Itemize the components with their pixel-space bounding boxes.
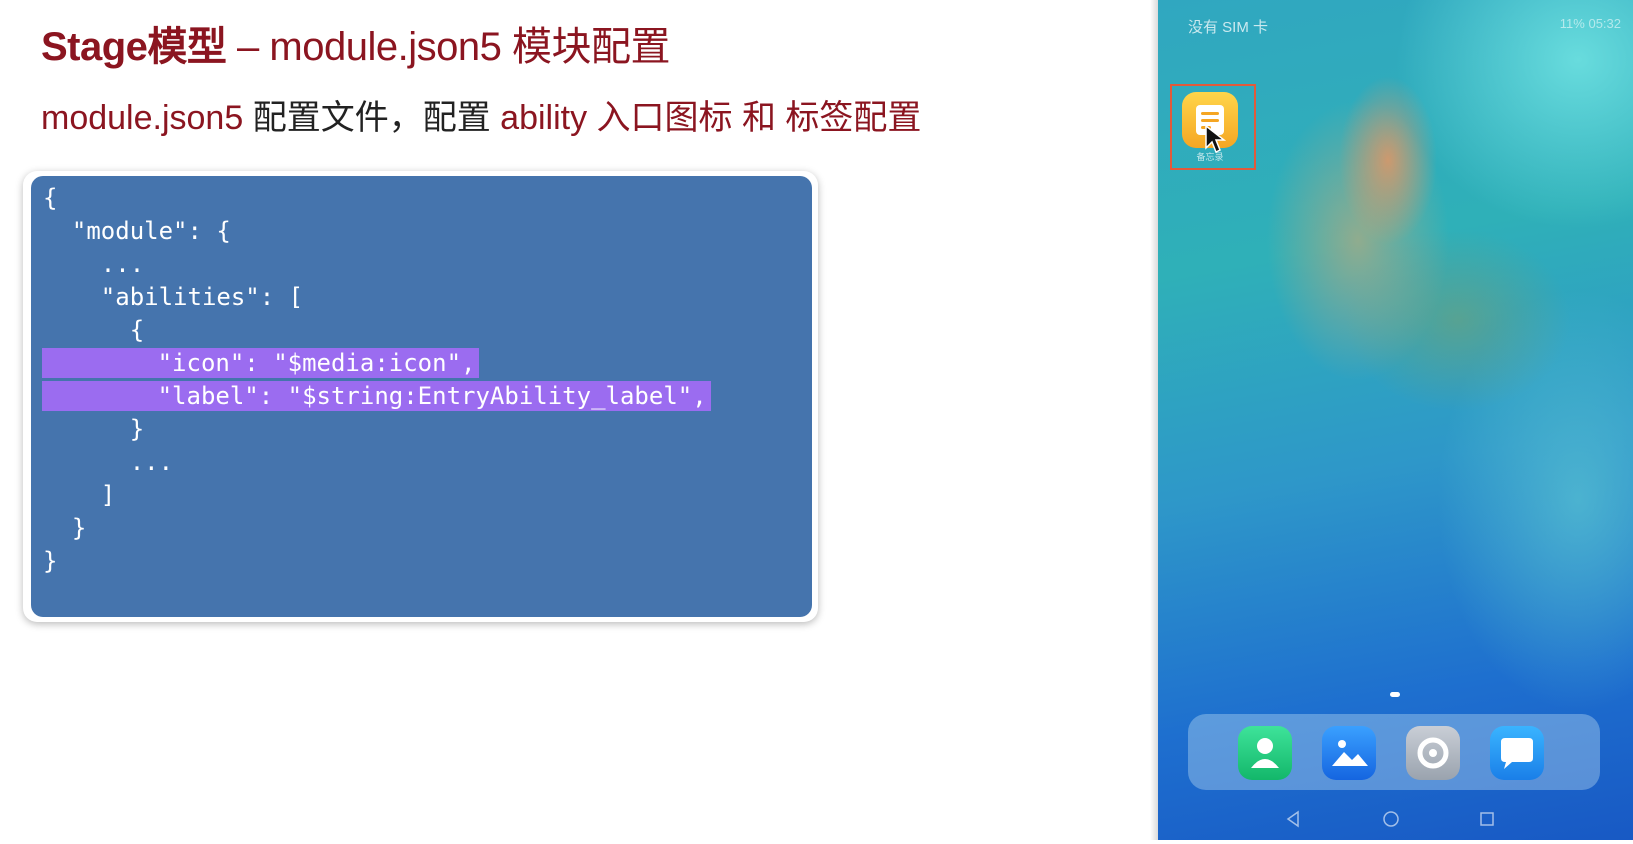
code-line: ... bbox=[43, 448, 174, 476]
code-line: "module": { bbox=[43, 217, 231, 245]
code-line: { bbox=[43, 184, 58, 212]
code-panel: { "module": { ... "abilities": [ { "icon… bbox=[31, 176, 812, 617]
status-battery-time: 11% 05:32 bbox=[1559, 16, 1621, 31]
settings-icon[interactable] bbox=[1406, 726, 1460, 780]
code-line: ] bbox=[43, 481, 116, 509]
code-line: } bbox=[43, 547, 58, 575]
code-line: ... bbox=[43, 250, 145, 278]
subtitle-part1: module.json5 bbox=[41, 99, 244, 137]
code-line: { bbox=[43, 316, 145, 344]
slide-title-rest: – module.json5 模块配置 bbox=[226, 25, 670, 69]
page-indicator bbox=[1390, 692, 1400, 697]
code-line: "abilities": [ bbox=[43, 283, 304, 311]
code-line-highlighted: "label": "$string:EntryAbility_label", bbox=[42, 381, 711, 411]
mouse-cursor-icon bbox=[1204, 124, 1227, 159]
back-icon[interactable] bbox=[1282, 808, 1304, 830]
contacts-icon[interactable] bbox=[1238, 726, 1292, 780]
subtitle-part2: 配置文件，配置 bbox=[243, 99, 501, 137]
recents-icon[interactable] bbox=[1476, 808, 1498, 830]
code-line: } bbox=[43, 514, 87, 542]
subtitle-part3: ability 入口图标 和 标签配置 bbox=[500, 99, 922, 137]
gallery-icon[interactable] bbox=[1322, 726, 1376, 780]
code-line-highlighted: "icon": "$media:icon", bbox=[42, 348, 480, 378]
slide-title-bold: Stage模型 bbox=[41, 25, 227, 69]
status-carrier: 没有 SIM 卡 bbox=[1188, 19, 1269, 36]
code-line: } bbox=[43, 415, 145, 443]
home-icon[interactable] bbox=[1380, 808, 1402, 830]
slide-title: Stage模型 – module.json5 模块配置 bbox=[41, 14, 670, 72]
code-card: { "module": { ... "abilities": [ { "icon… bbox=[23, 171, 818, 622]
messages-icon[interactable] bbox=[1490, 726, 1544, 780]
dock bbox=[1188, 714, 1600, 790]
slide-subtitle: module.json5 配置文件，配置 ability 入口图标 和 标签配置 bbox=[41, 90, 921, 139]
phone-screen: 没有 SIM 卡 11% 05:32 备忘录 bbox=[1158, 0, 1633, 840]
